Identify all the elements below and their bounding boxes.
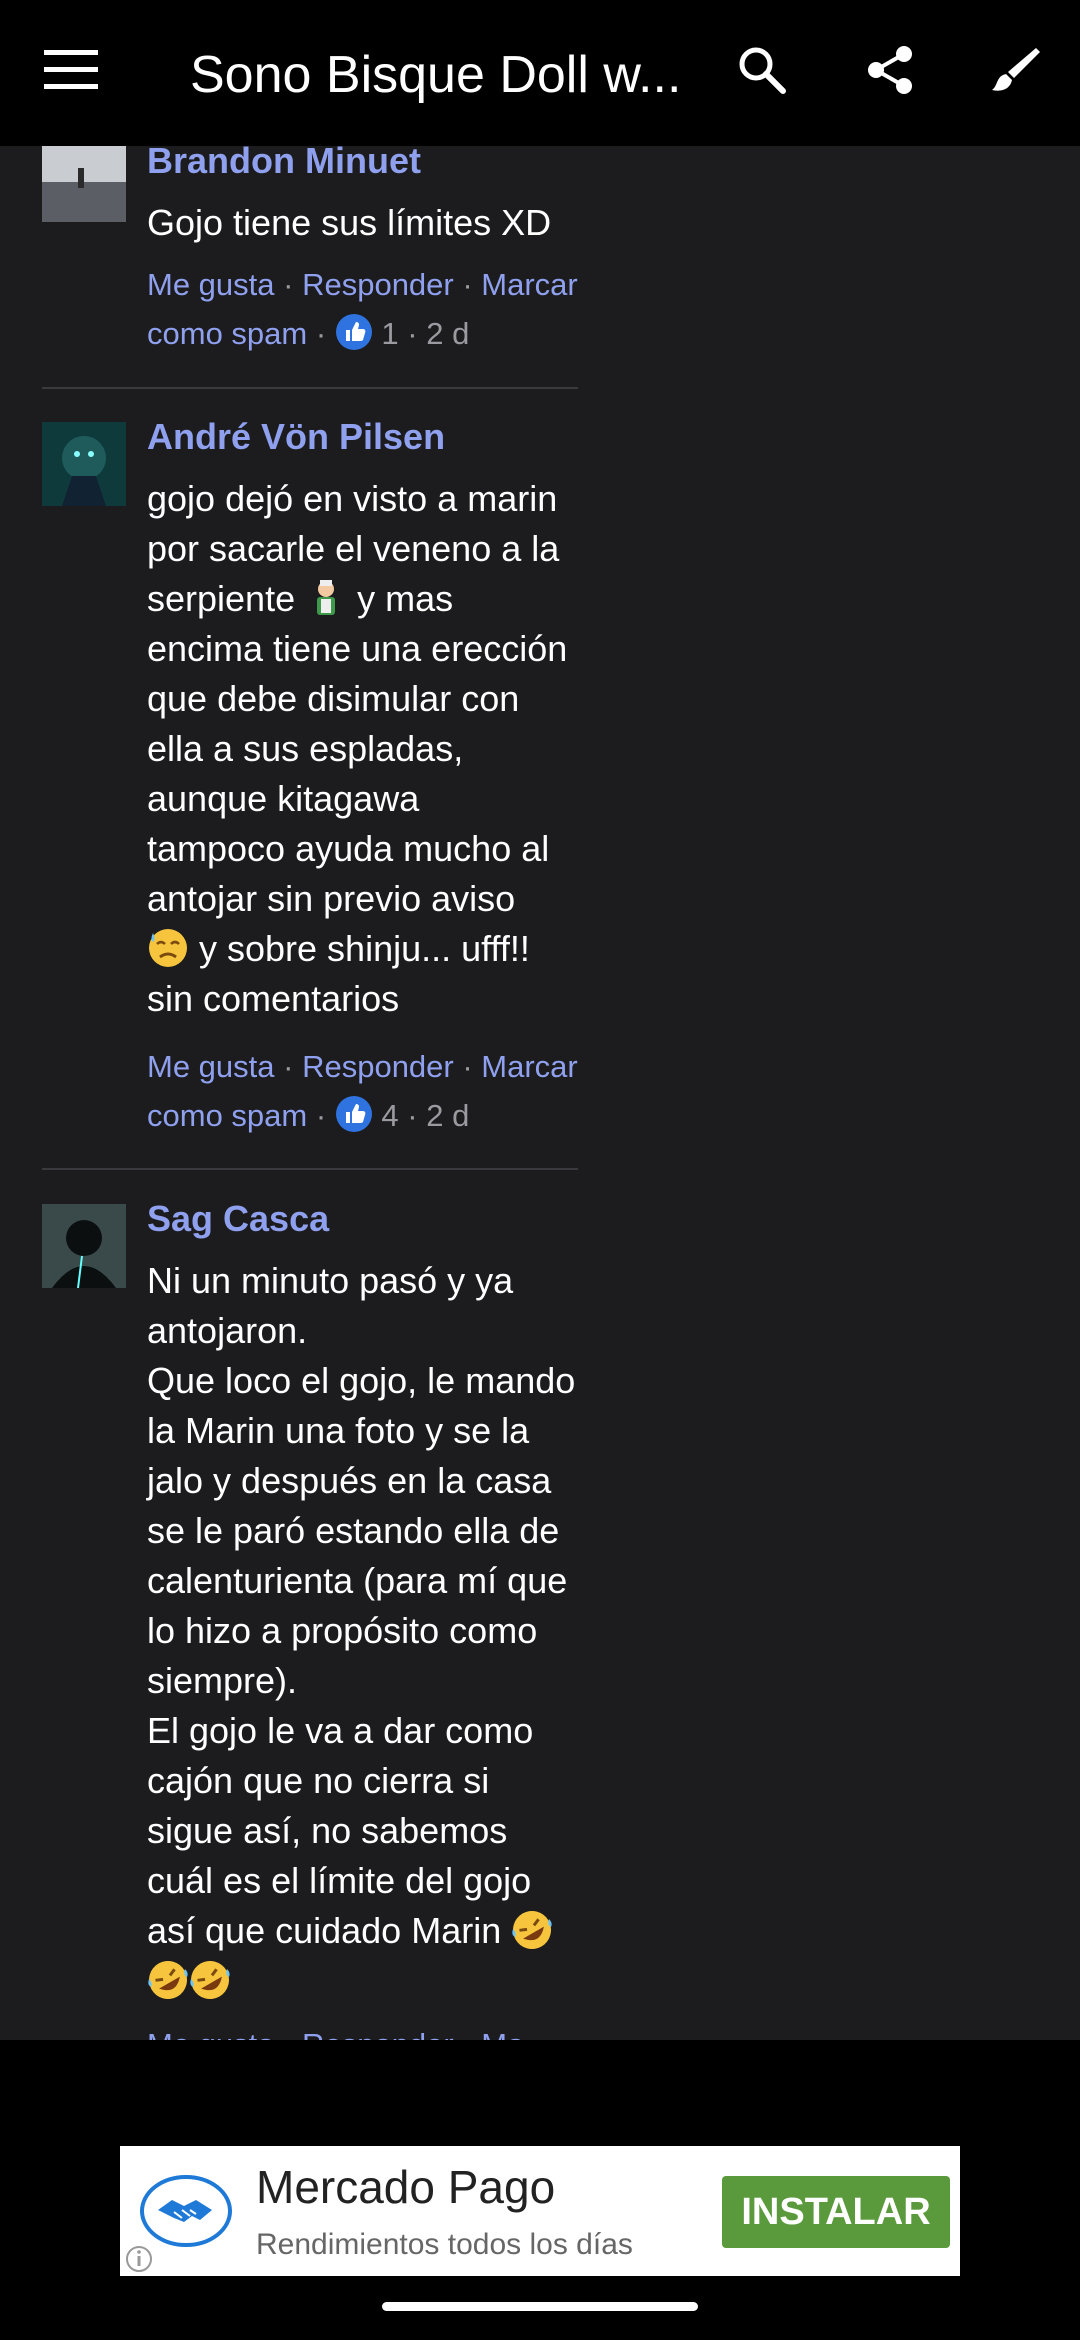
comment-line: El gojo le va a dar como: [147, 1710, 534, 1751]
comment-line: Que loco el gojo, le mando: [147, 1360, 576, 1401]
comment-line: tampoco ayuda mucho al: [147, 828, 550, 869]
comment-actions-partial[interactable]: Me gusta · Responder · Ma: [147, 2020, 587, 2040]
page-title: Sono Bisque Doll w...: [190, 46, 682, 104]
mercado-pago-logo-icon: [140, 2175, 232, 2247]
rofl-emoji-icon: [190, 1961, 230, 1999]
comment-line: jalo y después en la casa: [147, 1460, 552, 1501]
serpent-charmer-emoji-icon: [317, 580, 336, 615]
comment-line: ella a sus espladas,: [147, 728, 464, 769]
comment-age: 2 d: [426, 316, 470, 351]
comment-line: cajón que no cierra si: [147, 1760, 490, 1801]
comment-age: 2 d: [426, 1098, 470, 1133]
share-icon[interactable]: [864, 44, 916, 96]
home-indicator[interactable]: [382, 2302, 698, 2311]
comment-line: serpiente y mas: [147, 578, 454, 619]
comment-line: antojar sin previo aviso: [147, 878, 516, 919]
divider: [42, 1168, 578, 1170]
like-count-icon: [335, 1096, 372, 1132]
mark-spam-link-cont[interactable]: como spam: [147, 316, 307, 351]
like-link[interactable]: Me gusta: [147, 1049, 275, 1084]
ad-title: Mercado Pago: [256, 2161, 556, 2213]
avatar[interactable]: [42, 146, 126, 230]
ad-banner[interactable]: Mercado Pago Rendimientos todos los días…: [120, 2146, 960, 2276]
app-bar: Sono Bisque Doll w...: [0, 0, 1080, 146]
comment-line: antojaron.: [147, 1310, 308, 1351]
comment-line: Ni un minuto pasó y ya: [147, 1260, 514, 1301]
search-icon[interactable]: [736, 44, 788, 96]
comment-line: aunque kitagawa: [147, 778, 420, 819]
comment-line: se le paró estando ella de: [147, 1510, 560, 1551]
avatar[interactable]: [42, 422, 126, 506]
brush-icon[interactable]: [990, 44, 1042, 96]
divider: [42, 387, 578, 389]
comment-line: encima tiene una erección: [147, 628, 568, 669]
comment-line: [147, 1956, 587, 2006]
comment-line: así que cuidado Marin: [147, 1906, 587, 1956]
comment-line: por sacarle el veneno a la: [147, 528, 560, 569]
comment-text: Ni un minuto pasó y ya antojaron. Que lo…: [147, 1256, 587, 2006]
comment-line: y sobre shinju... ufff!!: [147, 924, 587, 974]
comment-actions: Me gusta · Responder · Marcar como spam …: [147, 267, 578, 351]
mark-spam-link-cont[interactable]: como spam: [147, 1098, 307, 1133]
comment-line: gojo dejó en visto a marin: [147, 478, 558, 519]
menu-icon[interactable]: [44, 50, 98, 90]
comment-line: calenturienta (para mí que: [147, 1560, 568, 1601]
like-count: 1: [381, 316, 399, 351]
sweating-face-emoji-icon: [149, 929, 187, 967]
comments-list: Brandon Minuet Gojo tiene sus límites XD…: [0, 146, 1080, 2040]
like-count-icon: [335, 314, 372, 350]
comment-line: que debe disimular con: [147, 678, 520, 719]
mark-spam-link[interactable]: Marcar: [481, 267, 577, 302]
comment-line: la Marin una foto y se la: [147, 1410, 530, 1451]
install-button[interactable]: INSTALAR: [722, 2176, 950, 2248]
comment-line: lo hizo a propósito como: [147, 1610, 538, 1651]
comment-line: sin comentarios: [147, 978, 400, 1019]
comment-author[interactable]: Brandon Minuet: [147, 146, 421, 182]
comment-actions: Me gusta · Responder · Marcar como spam …: [147, 1049, 578, 1133]
comment-line: Gojo tiene sus límites XD: [147, 202, 552, 243]
avatar[interactable]: [42, 1204, 126, 1288]
comment-line: siempre).: [147, 1660, 298, 1701]
comment-text: Gojo tiene sus límites XD: [147, 198, 587, 248]
ad-info-icon[interactable]: [124, 2244, 154, 2274]
comment-actions: Me gusta · Responder · Ma: [147, 2020, 587, 2040]
like-count: 4: [381, 1098, 399, 1133]
comment-line: sigue así, no sabemos: [147, 1810, 508, 1851]
mark-spam-link[interactable]: Marcar: [481, 1049, 577, 1084]
comment-author[interactable]: Sag Casca: [147, 1198, 329, 1240]
ad-subtitle: Rendimientos todos los días: [256, 2228, 633, 2261]
comment-line: cuál es el límite del gojo: [147, 1860, 532, 1901]
comment-text: gojo dejó en visto a marin por sacarle e…: [147, 474, 587, 1024]
reply-link[interactable]: Responder: [302, 267, 454, 302]
rofl-emoji-icon: [512, 1911, 552, 1949]
like-link[interactable]: Me gusta: [147, 267, 275, 302]
rofl-emoji-icon: [148, 1961, 188, 1999]
reply-link[interactable]: Responder: [302, 1049, 454, 1084]
comment-author[interactable]: André Vön Pilsen: [147, 416, 445, 458]
